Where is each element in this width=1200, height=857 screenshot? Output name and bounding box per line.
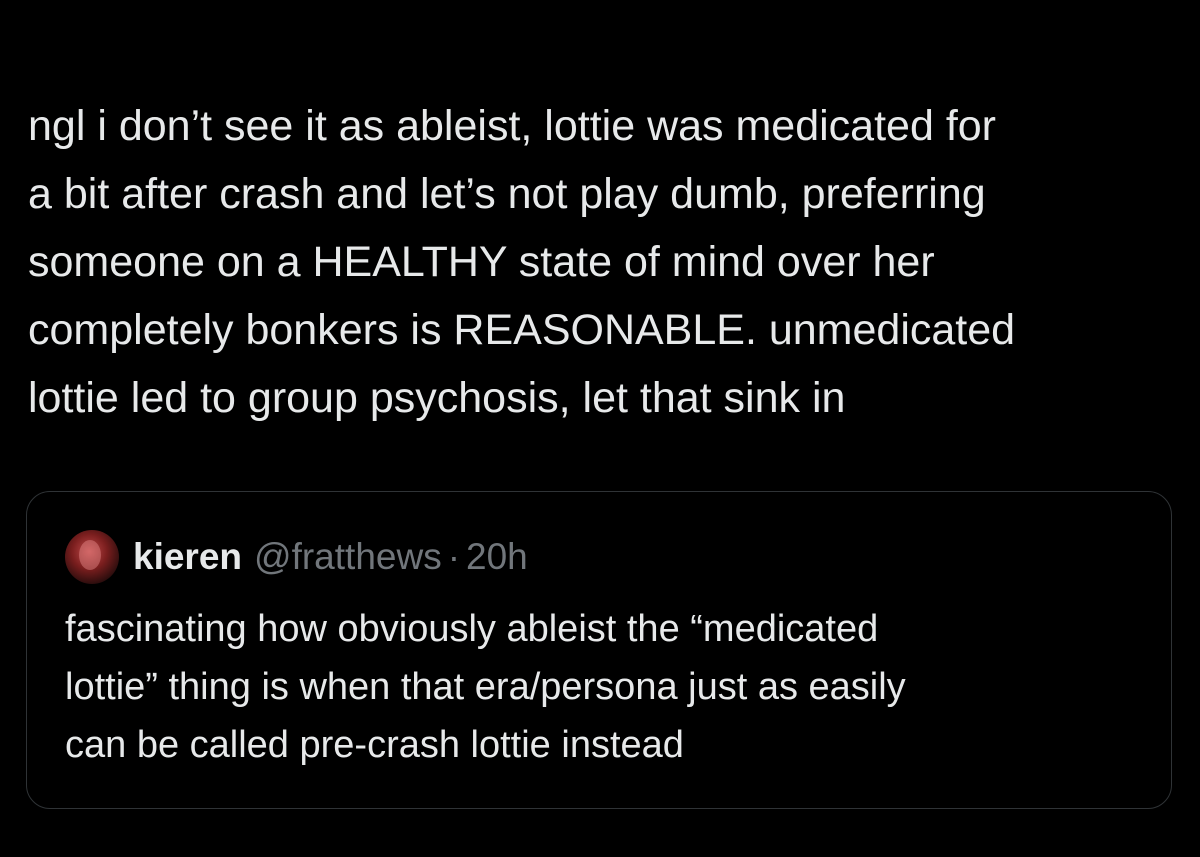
quote-tweet-card[interactable]: kieren @fratthews · 20h fascinating how …	[26, 491, 1172, 809]
tweet-text-line: someone on a HEALTHY state of mind over …	[28, 238, 935, 286]
quote-timestamp[interactable]: 20h	[466, 536, 528, 578]
separator-dot: ·	[447, 536, 461, 577]
quote-tweet-text: fascinating how obviously ableist the “m…	[65, 600, 1145, 774]
quote-text-line: can be called pre-crash lottie instead	[65, 724, 684, 766]
tweet-text-line: ngl i don’t see it as ableist, lottie wa…	[28, 102, 997, 150]
avatar[interactable]	[65, 530, 119, 584]
tweet-text-line: a bit after crash and let’s not play dum…	[28, 170, 986, 218]
quote-author-name[interactable]: kieren	[133, 536, 242, 578]
tweet-text: ngl i don’t see it as ableist, lottie wa…	[28, 92, 1188, 432]
tweet-text-line: lottie led to group psychosis, let that …	[28, 374, 846, 422]
quote-author-handle[interactable]: @fratthews	[254, 536, 442, 578]
quote-text-line: lottie” thing is when that era/persona j…	[65, 666, 906, 708]
quote-text-line: fascinating how obviously ableist the “m…	[65, 608, 879, 650]
tweet-text-line: completely bonkers is REASONABLE. unmedi…	[28, 306, 1016, 354]
quote-tweet-header: kieren @fratthews · 20h	[65, 530, 528, 584]
